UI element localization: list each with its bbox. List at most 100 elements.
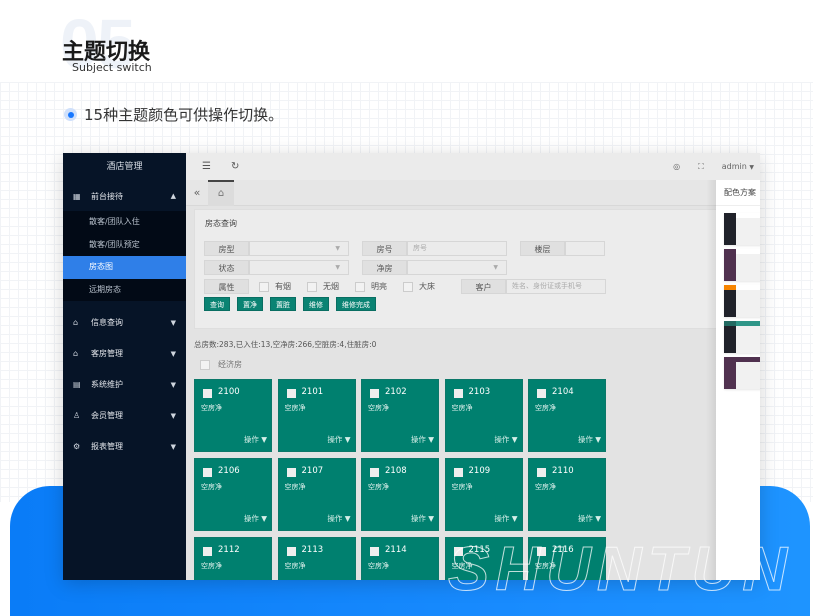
room-operation-dropdown[interactable]: 操作 ▼ xyxy=(411,513,434,524)
room-checkbox[interactable] xyxy=(286,547,296,556)
room-number: 2109 xyxy=(468,466,491,476)
floor-select[interactable] xyxy=(565,241,605,256)
sidebar-title: 酒店管理 xyxy=(106,162,143,172)
attr-checkbox[interactable] xyxy=(307,281,317,292)
theme-icon[interactable]: ◎ xyxy=(673,162,680,171)
room-operation-dropdown[interactable]: 操作 ▼ xyxy=(244,434,267,445)
room-status: 空房净 xyxy=(368,483,389,491)
room-card[interactable]: 2104 空房净 操作 ▼ xyxy=(528,379,606,452)
room-card[interactable]: 2108 空房净 操作 ▼ xyxy=(361,458,439,531)
status-label: 状态 xyxy=(204,260,249,275)
room-operation-dropdown[interactable]: 操作 ▼ xyxy=(327,434,350,445)
room-checkbox[interactable] xyxy=(453,389,463,398)
theme-swatch[interactable] xyxy=(724,321,760,353)
room-operation-dropdown[interactable]: 操作 ▼ xyxy=(578,434,601,445)
room-operation-dropdown[interactable]: 操作 ▼ xyxy=(327,513,350,524)
attr-checkbox[interactable] xyxy=(403,281,413,292)
room-checkbox[interactable] xyxy=(203,547,212,556)
room-card[interactable]: 2103 空房净 操作 ▼ xyxy=(444,379,523,452)
theme-swatch[interactable] xyxy=(724,249,760,281)
sidebar-item-room-status[interactable]: 房态图 xyxy=(63,256,186,279)
home-icon: ⌂ xyxy=(73,318,79,327)
sidebar-group-reception[interactable]: ▦ 前台接待 ▲ xyxy=(63,181,186,211)
repair-button[interactable]: 维修 xyxy=(303,297,329,311)
sidebar-item-checkin[interactable]: 散客/团队入住 xyxy=(63,211,186,234)
swatch-logo xyxy=(724,321,736,326)
room-operation-dropdown[interactable]: 操作 ▼ xyxy=(494,434,517,445)
room-number: 2104 xyxy=(552,387,574,397)
room-operation-dropdown[interactable]: 操作 ▼ xyxy=(244,513,267,524)
room-card[interactable]: 2110 空房净 操作 ▼ xyxy=(528,458,606,531)
sidebar-group-rooms[interactable]: ⌂ 客房管理 ▼ xyxy=(63,338,186,369)
repair-done-button[interactable]: 维修完成 xyxy=(336,297,376,311)
theme-swatch[interactable] xyxy=(724,357,760,389)
refresh-icon[interactable]: ↻ xyxy=(231,161,239,172)
swatch-logo xyxy=(724,285,736,290)
feature-text: 15种主题颜色可供操作切换。 xyxy=(84,106,284,124)
room-operation-dropdown[interactable]: 操作 ▼ xyxy=(494,513,517,524)
home-tab[interactable]: ⌂ xyxy=(208,179,234,206)
dropdown-arrow-icon: ▼ xyxy=(335,245,340,252)
room-operation-dropdown[interactable]: 操作 ▼ xyxy=(411,434,434,445)
attr-checkbox[interactable] xyxy=(259,281,269,292)
room-card[interactable]: 2114空房净操作 ▼ xyxy=(361,537,439,580)
attr-checkbox[interactable] xyxy=(355,281,365,292)
sidebar-item-reservation[interactable]: 散客/团队预定 xyxy=(63,234,186,257)
sidebar-group-info[interactable]: ⌂ 信息查询 ▼ xyxy=(63,307,186,338)
room-card[interactable]: 2113空房净操作 ▼ xyxy=(277,537,356,580)
status-select[interactable]: ▼ xyxy=(249,260,349,275)
sidebar-group-system[interactable]: ▤ 系统维护 ▼ xyxy=(63,369,186,400)
room-checkbox[interactable] xyxy=(203,468,212,477)
room-status: 空房净 xyxy=(535,483,556,491)
set-clean-button[interactable]: 置净 xyxy=(237,297,263,311)
economy-room-filter[interactable]: 经济房 xyxy=(200,359,242,370)
room-card[interactable]: 2101 空房净 操作 ▼ xyxy=(277,379,356,452)
swatch-header xyxy=(736,249,760,254)
room-checkbox[interactable] xyxy=(286,468,296,477)
attr-bigbed: 大床 xyxy=(419,282,435,291)
room-status: 空房净 xyxy=(368,562,389,570)
menu-toggle-icon[interactable]: ☰ xyxy=(202,161,211,172)
room-card[interactable]: 2102 空房净 操作 ▼ xyxy=(361,379,439,452)
sidebar-group-members[interactable]: ♙ 会员管理 ▼ xyxy=(63,400,186,431)
room-operation-dropdown[interactable]: 操作 ▼ xyxy=(578,513,601,524)
room-checkbox[interactable] xyxy=(537,468,546,477)
swatch-header xyxy=(736,213,760,218)
room-card[interactable]: 2109 空房净 操作 ▼ xyxy=(444,458,523,531)
theme-swatch[interactable] xyxy=(724,213,760,245)
room-card[interactable]: 2112空房净操作 ▼ xyxy=(194,537,272,580)
room-checkbox[interactable] xyxy=(537,389,546,398)
customer-input[interactable]: 姓名、身份证或手机号 xyxy=(506,279,606,294)
sidebar-submenu: 散客/团队入住 散客/团队预定 房态图 远期房态 xyxy=(63,211,186,301)
collapse-tabs-icon[interactable]: « xyxy=(186,186,208,199)
room-checkbox[interactable] xyxy=(453,468,463,477)
economy-checkbox[interactable] xyxy=(200,359,210,370)
swatch-logo xyxy=(724,213,736,218)
room-checkbox[interactable] xyxy=(286,389,296,398)
room-card[interactable]: 2100 空房净 操作 ▼ xyxy=(194,379,272,452)
room-status: 空房净 xyxy=(284,404,306,412)
room-checkbox[interactable] xyxy=(203,389,212,398)
sidebar-group-label: 前台接待 xyxy=(91,191,123,201)
room-no-input[interactable]: 房号 xyxy=(407,241,507,256)
user-menu[interactable]: admin ▼ xyxy=(722,162,754,171)
room-checkbox[interactable] xyxy=(370,468,379,477)
section-subtitle: Subject switch xyxy=(72,61,152,74)
tab-bar: « ⌂ xyxy=(186,179,760,206)
room-checkbox[interactable] xyxy=(370,547,379,556)
set-dirty-button[interactable]: 置脏 xyxy=(270,297,296,311)
room-checkbox[interactable] xyxy=(370,389,379,398)
main-area: ☰ ↻ ◎ ⛶ admin ▼ « ⌂ 房态查询 房型 ▼ 房号 房号 楼层 状… xyxy=(186,153,760,580)
query-button[interactable]: 查询 xyxy=(204,297,230,311)
room-type-select[interactable]: ▼ xyxy=(249,241,349,256)
swatch-logo xyxy=(724,357,736,362)
theme-swatch[interactable] xyxy=(724,285,760,317)
fullscreen-icon[interactable]: ⛶ xyxy=(698,162,704,172)
clean-select[interactable]: ▼ xyxy=(407,260,507,275)
room-number: 2106 xyxy=(218,466,240,476)
room-status: 空房净 xyxy=(201,483,222,491)
room-card[interactable]: 2106 空房净操作 ▼ xyxy=(194,458,272,531)
sidebar-item-future-status[interactable]: 远期房态 xyxy=(63,279,186,302)
sidebar-group-reports[interactable]: ⚙ 报表管理 ▼ xyxy=(63,431,186,462)
room-card[interactable]: 2107 空房净 操作 ▼ xyxy=(277,458,356,531)
